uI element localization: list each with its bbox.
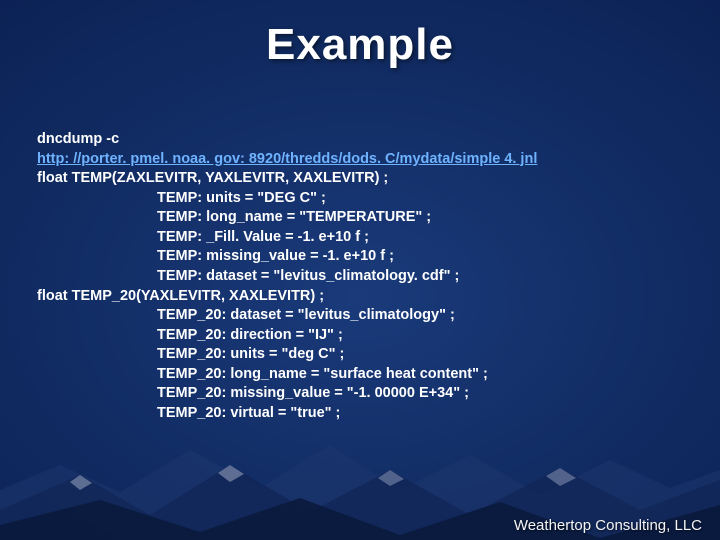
slide-title: Example: [0, 20, 720, 70]
temp20-attr: TEMP_20: virtual = "true" ;: [37, 404, 690, 424]
footer-text: Weathertop Consulting, LLC: [514, 517, 702, 534]
temp20-attr: TEMP_20: dataset = "levitus_climatology"…: [37, 306, 690, 326]
temp-attr: TEMP: dataset = "levitus_climatology. cd…: [37, 267, 690, 287]
temp20-attr: TEMP_20: long_name = "surface heat conte…: [37, 365, 690, 385]
temp20-declaration: float TEMP_20(YAXLEVITR, XAXLEVITR) ;: [37, 287, 690, 307]
temp-attr: TEMP: units = "DEG C" ;: [37, 189, 690, 209]
slide: Example dncdump -c http: //porter. pmel.…: [0, 0, 720, 540]
command-line: dncdump -c: [37, 130, 690, 150]
temp20-attr: TEMP_20: missing_value = "-1. 00000 E+34…: [37, 384, 690, 404]
temp-attr: TEMP: missing_value = -1. e+10 f ;: [37, 247, 690, 267]
temp-attr: TEMP: _Fill. Value = -1. e+10 f ;: [37, 228, 690, 248]
slide-body: dncdump -c http: //porter. pmel. noaa. g…: [37, 130, 690, 423]
url-link[interactable]: http: //porter. pmel. noaa. gov: 8920/th…: [37, 151, 537, 167]
temp-attr: TEMP: long_name = "TEMPERATURE" ;: [37, 208, 690, 228]
temp-declaration: float TEMP(ZAXLEVITR, YAXLEVITR, XAXLEVI…: [37, 169, 690, 189]
temp20-attr: TEMP_20: direction = "IJ" ;: [37, 326, 690, 346]
temp20-attr: TEMP_20: units = "deg C" ;: [37, 345, 690, 365]
